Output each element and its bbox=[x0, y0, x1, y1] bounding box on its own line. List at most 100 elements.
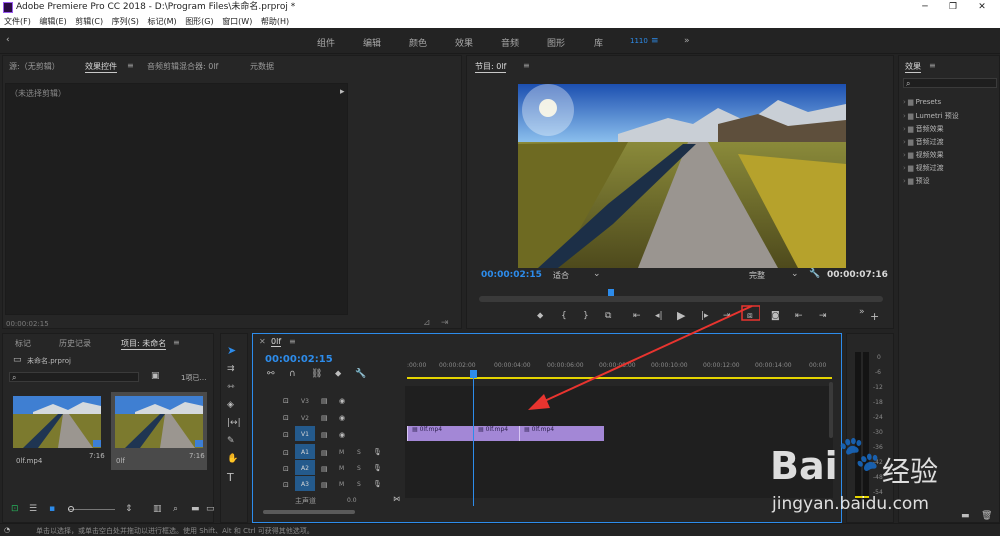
effects-item-audio-effects[interactable]: › ▆ 音频效果 bbox=[903, 124, 944, 134]
workspace-editing[interactable]: 编辑 bbox=[363, 36, 381, 49]
effects-item-video-effects[interactable]: › ▆ 视频效果 bbox=[903, 150, 944, 160]
sync-lock-icon[interactable]: ▤ bbox=[321, 431, 328, 440]
slip-tool-icon[interactable]: |↔| bbox=[227, 419, 241, 428]
timeline-horizontal-scrollbar[interactable] bbox=[263, 510, 355, 514]
icon-view-icon[interactable]: ▪ bbox=[49, 505, 55, 514]
automate-icon[interactable]: ▥ bbox=[153, 505, 162, 514]
quality-chevron-icon[interactable]: ⌄ bbox=[791, 270, 799, 279]
solo-button[interactable]: S bbox=[357, 449, 361, 456]
lock-track-icon[interactable]: ⊡ bbox=[283, 397, 289, 406]
mute-button[interactable]: M bbox=[339, 481, 344, 488]
tab-source[interactable]: 源:（无剪辑） bbox=[9, 61, 60, 72]
fit-dropdown[interactable]: 适合 bbox=[553, 270, 569, 281]
panel-menu-icon[interactable]: ≡ bbox=[127, 61, 134, 70]
type-tool-icon[interactable]: T bbox=[227, 472, 234, 483]
lock-track-icon[interactable]: ⊡ bbox=[283, 465, 289, 474]
eye-icon[interactable]: ◉ bbox=[339, 414, 345, 423]
program-current-timecode[interactable]: 00:00:02:15 bbox=[481, 270, 542, 280]
eye-icon[interactable]: ◉ bbox=[339, 397, 345, 406]
linked-selection-icon[interactable]: ⛓ bbox=[311, 370, 322, 379]
sync-lock-icon[interactable]: ▤ bbox=[321, 449, 328, 458]
project-menu-icon[interactable]: ≡ bbox=[173, 338, 180, 347]
menu-edit[interactable]: 编辑(E) bbox=[39, 17, 66, 26]
filter-icon[interactable]: ⊿ bbox=[423, 319, 431, 328]
timeline-sequence-tab[interactable]: 0lf bbox=[271, 337, 282, 347]
minimize-button[interactable]: ─ bbox=[918, 0, 932, 15]
menu-window[interactable]: 窗口(W) bbox=[222, 17, 252, 26]
menu-sequence[interactable]: 序列(S) bbox=[112, 17, 139, 26]
menu-marker[interactable]: 标记(M) bbox=[147, 17, 176, 26]
delete-icon[interactable]: 🗑 bbox=[981, 512, 992, 521]
nest-icon[interactable]: ⚯ bbox=[267, 370, 275, 379]
solo-button[interactable]: S bbox=[357, 481, 361, 488]
selection-tool-icon[interactable]: ➤ bbox=[227, 345, 236, 356]
mute-button[interactable]: M bbox=[339, 449, 344, 456]
add-button-icon[interactable]: + bbox=[870, 311, 879, 322]
workspace-color[interactable]: 颜色 bbox=[409, 36, 427, 49]
chevron-down-icon[interactable]: ⌄ bbox=[593, 270, 601, 279]
timeline-playhead-head[interactable] bbox=[470, 370, 477, 378]
tab-effect-controls[interactable]: 效果控件 bbox=[85, 61, 117, 73]
expand-icon[interactable]: ▸ bbox=[340, 88, 345, 97]
timeline-settings-icon[interactable]: 🔧 bbox=[355, 370, 366, 379]
workspace-custom[interactable]: 1110 bbox=[630, 37, 648, 45]
wrench-icon[interactable]: 🔧 bbox=[809, 270, 820, 279]
new-search-bin-icon[interactable]: ▣ bbox=[151, 372, 160, 381]
ripple-edit-tool-icon[interactable]: ⇿ bbox=[227, 383, 235, 392]
more-controls-icon[interactable]: » bbox=[859, 308, 865, 317]
microphone-icon[interactable]: 🎙 bbox=[373, 464, 382, 473]
tab-audio-clip-mixer[interactable]: 音频剪辑混合器: 0lf bbox=[147, 61, 218, 72]
effects-item-audio-transitions[interactable]: › ▆ 音频过渡 bbox=[903, 137, 944, 147]
sync-lock-icon[interactable]: ▤ bbox=[321, 465, 328, 474]
timeline-menu-icon[interactable]: ≡ bbox=[289, 337, 296, 346]
find-icon[interactable]: ⌕ bbox=[173, 505, 178, 514]
new-item-icon[interactable]: ▭ bbox=[206, 505, 215, 514]
razor-tool-icon[interactable]: ◈ bbox=[227, 401, 234, 410]
workspace-libraries[interactable]: 库 bbox=[594, 36, 603, 49]
timeline-timecode[interactable]: 00:00:02:15 bbox=[265, 354, 333, 365]
microphone-icon[interactable]: 🎙 bbox=[373, 480, 382, 489]
workspace-assembly[interactable]: 组件 bbox=[317, 36, 335, 49]
effects-item-presets[interactable]: › ▆ Presets bbox=[903, 98, 941, 106]
timeline-vertical-scrollbar[interactable] bbox=[829, 382, 833, 438]
list-view-icon[interactable]: ☰ bbox=[29, 505, 37, 514]
program-menu-icon[interactable]: ≡ bbox=[523, 61, 530, 70]
quality-dropdown[interactable]: 完整 bbox=[749, 270, 765, 281]
close-button[interactable]: ✕ bbox=[975, 0, 989, 15]
workspace-menu-icon[interactable]: ≡ bbox=[651, 36, 659, 46]
thumbnail-size-slider[interactable] bbox=[69, 509, 115, 510]
timeline-clip-1[interactable]: ▦ 0lf.mp4 bbox=[407, 426, 473, 441]
microphone-icon[interactable]: 🎙 bbox=[373, 448, 382, 457]
menu-file[interactable]: 文件(F) bbox=[4, 17, 31, 26]
effects-search-input[interactable]: ⌕ bbox=[903, 78, 997, 88]
timeline-marker-icon[interactable]: ⬥ bbox=[335, 370, 341, 379]
tab-project[interactable]: 项目: 未命名 bbox=[121, 338, 167, 350]
workspace-audio[interactable]: 音频 bbox=[501, 36, 519, 49]
project-item-clip[interactable]: 0lf.mp4 7:16 bbox=[13, 396, 105, 470]
new-bin-project-icon[interactable]: ▬ bbox=[191, 505, 200, 514]
lock-track-icon[interactable]: ⊡ bbox=[283, 481, 289, 490]
home-icon[interactable]: ‹ bbox=[6, 36, 10, 45]
go-to-out-2-icon[interactable]: ⇥ bbox=[819, 312, 827, 321]
lock-track-icon[interactable]: ⊡ bbox=[283, 414, 289, 423]
go-to-end-icon[interactable]: ⋈ bbox=[393, 495, 400, 504]
slider-handle[interactable] bbox=[68, 506, 74, 512]
sync-lock-icon[interactable]: ▤ bbox=[321, 481, 328, 490]
track-select-tool-icon[interactable]: ⇉ bbox=[227, 365, 235, 374]
project-item-sequence[interactable]: 0lf 7:16 bbox=[111, 392, 207, 470]
effects-item-lumetri[interactable]: › ▆ Lumetri 预设 bbox=[903, 111, 959, 121]
workspace-effects[interactable]: 效果 bbox=[455, 36, 473, 49]
tab-metadata[interactable]: 元数据 bbox=[250, 61, 274, 72]
workspace-graphics[interactable]: 图形 bbox=[547, 36, 565, 49]
sync-lock-icon[interactable]: ▤ bbox=[321, 397, 328, 406]
pen-tool-icon[interactable]: ✎ bbox=[227, 437, 235, 446]
lock-track-icon[interactable]: ⊡ bbox=[283, 431, 289, 440]
go-to-in-2-icon[interactable]: ⇤ bbox=[795, 312, 803, 321]
timeline-close-icon[interactable]: ✕ bbox=[259, 337, 266, 346]
tab-history[interactable]: 历史记录 bbox=[59, 338, 91, 349]
maximize-button[interactable]: ❐ bbox=[946, 0, 960, 15]
camera-icon[interactable]: ◙ bbox=[771, 312, 780, 321]
timeline-clip-3[interactable]: ▦ 0lf.mp4 bbox=[519, 426, 604, 441]
export-icon[interactable]: ⇥ bbox=[441, 319, 449, 328]
sync-lock-icon[interactable]: ▤ bbox=[321, 414, 328, 423]
